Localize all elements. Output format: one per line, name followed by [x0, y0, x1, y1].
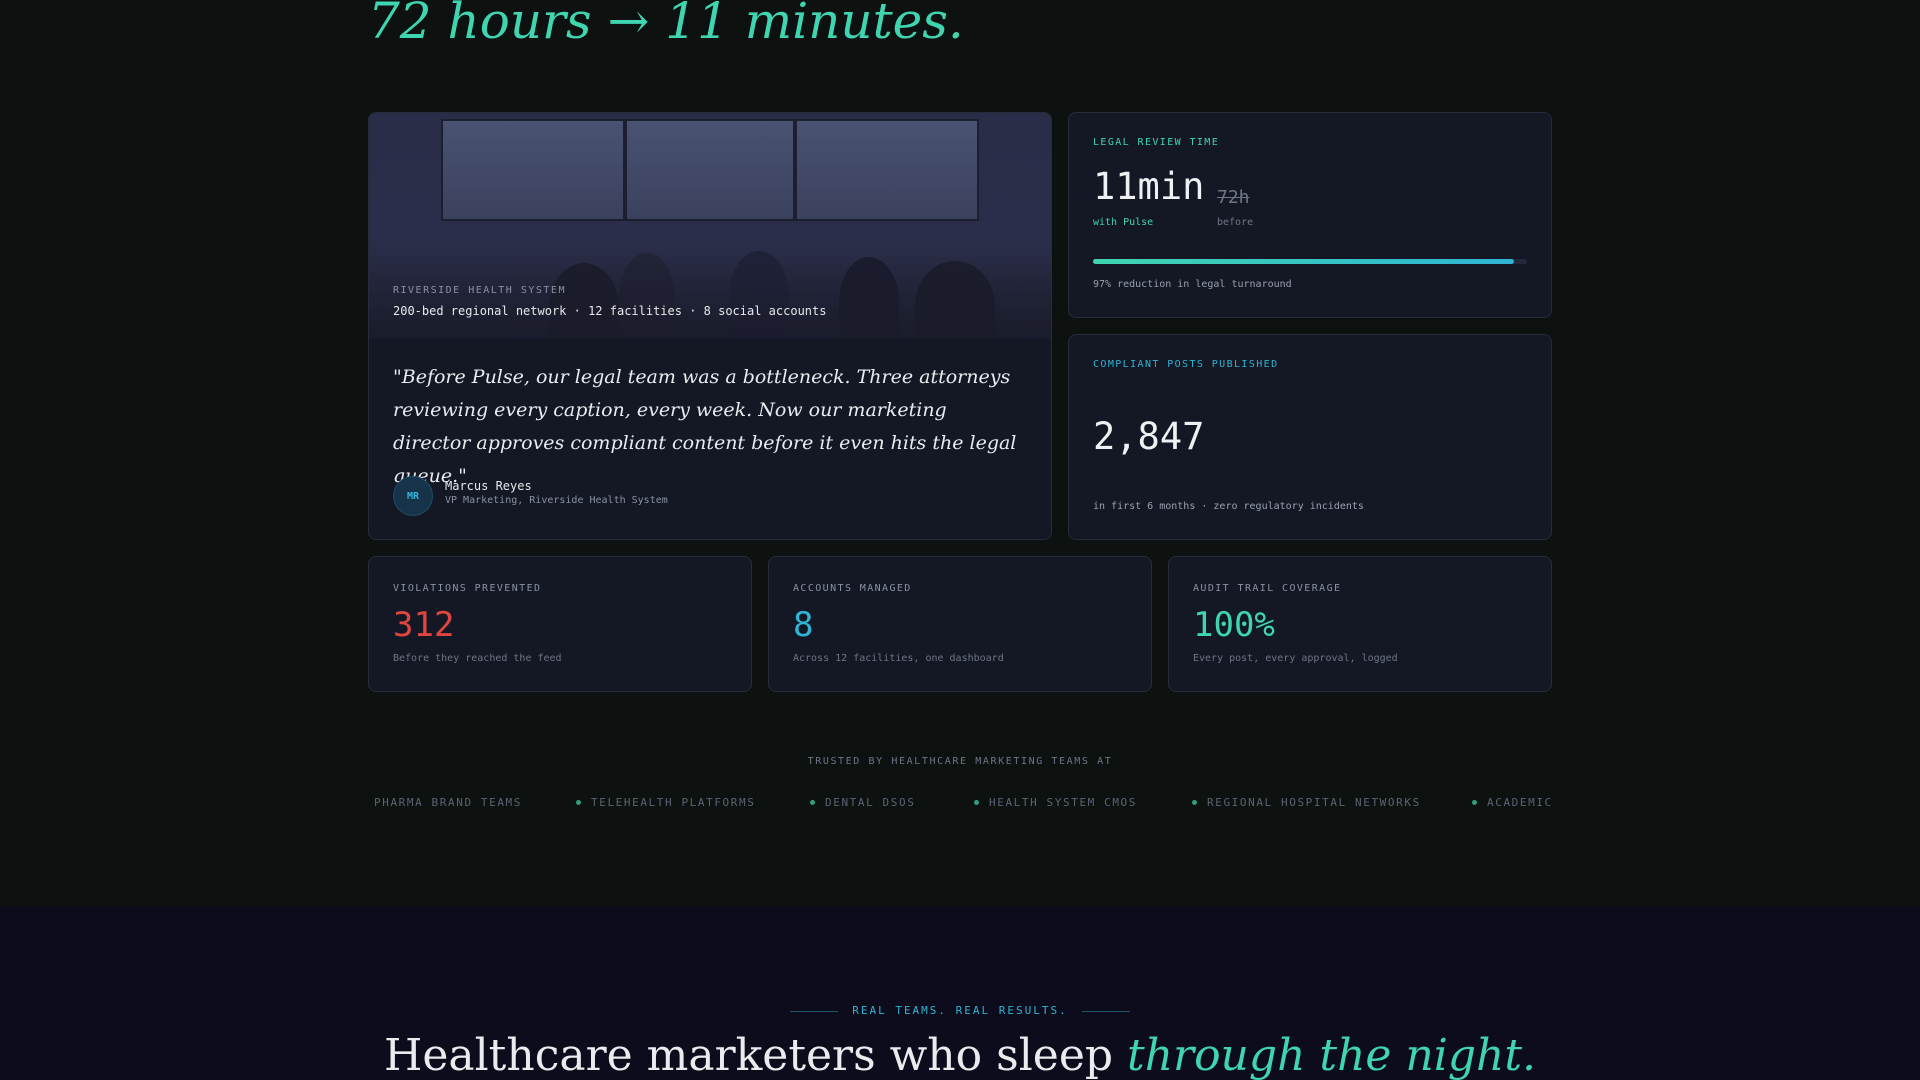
results-headline: Healthcare marketers who sleep through t…: [383, 1030, 1537, 1080]
stat-card-audit: AUDIT TRAIL COVERAGE 100% Every post, ev…: [1168, 556, 1552, 692]
stat-note: Every post, every approval, logged: [1193, 653, 1398, 664]
logo-academic: ACADEMIC: [1472, 796, 1553, 809]
bullet-dot-icon: [576, 799, 581, 805]
stat-label: AUDIT TRAIL COVERAGE: [1193, 583, 1342, 594]
reduction-progress-bar: [1093, 259, 1527, 264]
trusted-by-label: TRUSTED BY HEALTHCARE MARKETING TEAMS AT: [807, 756, 1113, 767]
reduction-progress-fill: [1093, 259, 1514, 264]
stat-value: 8: [793, 605, 814, 645]
posts-label: COMPLIANT POSTS PUBLISHED: [1093, 359, 1279, 370]
posts-note: in first 6 months · zero regulatory inci…: [1093, 501, 1364, 512]
logo-regional: REGIONAL HOSPITAL NETWORKS: [1192, 796, 1421, 809]
stat-value: 100%: [1193, 605, 1275, 645]
stat-note: Before they reached the feed: [393, 653, 562, 664]
meeting-room-photo: RIVERSIDE HEALTH SYSTEM 200-bed regional…: [369, 113, 1051, 339]
logo-pharma: PHARMA BRAND TEAMS: [374, 796, 523, 809]
logo-telehealth: TELEHEALTH PLATFORMS: [576, 796, 755, 809]
review-time-note: 97% reduction in legal turnaround: [1093, 279, 1292, 290]
review-time-value: 11min: [1093, 165, 1205, 208]
stat-label: VIOLATIONS PREVENTED: [393, 583, 542, 594]
case-org-label: RIVERSIDE HEALTH SYSTEM: [393, 285, 566, 296]
bullet-dot-icon: [810, 799, 815, 805]
review-time-old-caption: before: [1217, 217, 1254, 228]
hero-headline: 72 hours → 11 minutes.: [368, 0, 964, 50]
review-time-old-value: 72h: [1217, 187, 1250, 208]
posts-card: COMPLIANT POSTS PUBLISHED 2,847 in first…: [1068, 334, 1552, 540]
review-time-card: LEGAL REVIEW TIME 11min with Pulse 72h b…: [1068, 112, 1552, 318]
case-org-details: 200-bed regional network · 12 facilities…: [393, 304, 827, 318]
stat-note: Across 12 facilities, one dashboard: [793, 653, 1004, 664]
stat-card-accounts: ACCOUNTS MANAGED 8 Across 12 facilities,…: [768, 556, 1152, 692]
results-kicker: REAL TEAMS. REAL RESULTS.: [0, 1004, 1920, 1017]
logo-dental: DENTAL DSOS: [810, 796, 915, 809]
author-name: Marcus Reyes: [445, 479, 532, 493]
stat-value: 312: [393, 605, 455, 645]
author-role: VP Marketing, Riverside Health System: [445, 495, 668, 506]
case-study-card: RIVERSIDE HEALTH SYSTEM 200-bed regional…: [368, 112, 1052, 540]
testimonial-quote: "Before Pulse, our legal team was a bott…: [393, 366, 1017, 487]
logo-health-system: HEALTH SYSTEM CMOS: [974, 796, 1137, 809]
stat-card-violations: VIOLATIONS PREVENTED 312 Before they rea…: [368, 556, 752, 692]
bullet-dot-icon: [974, 799, 979, 805]
posts-value: 2,847: [1093, 415, 1205, 458]
review-time-label: LEGAL REVIEW TIME: [1093, 137, 1220, 148]
bullet-dot-icon: [1472, 799, 1477, 805]
bullet-dot-icon: [1192, 799, 1197, 805]
review-time-caption: with Pulse: [1093, 217, 1154, 228]
stat-label: ACCOUNTS MANAGED: [793, 583, 912, 594]
avatar: MR: [393, 476, 433, 516]
